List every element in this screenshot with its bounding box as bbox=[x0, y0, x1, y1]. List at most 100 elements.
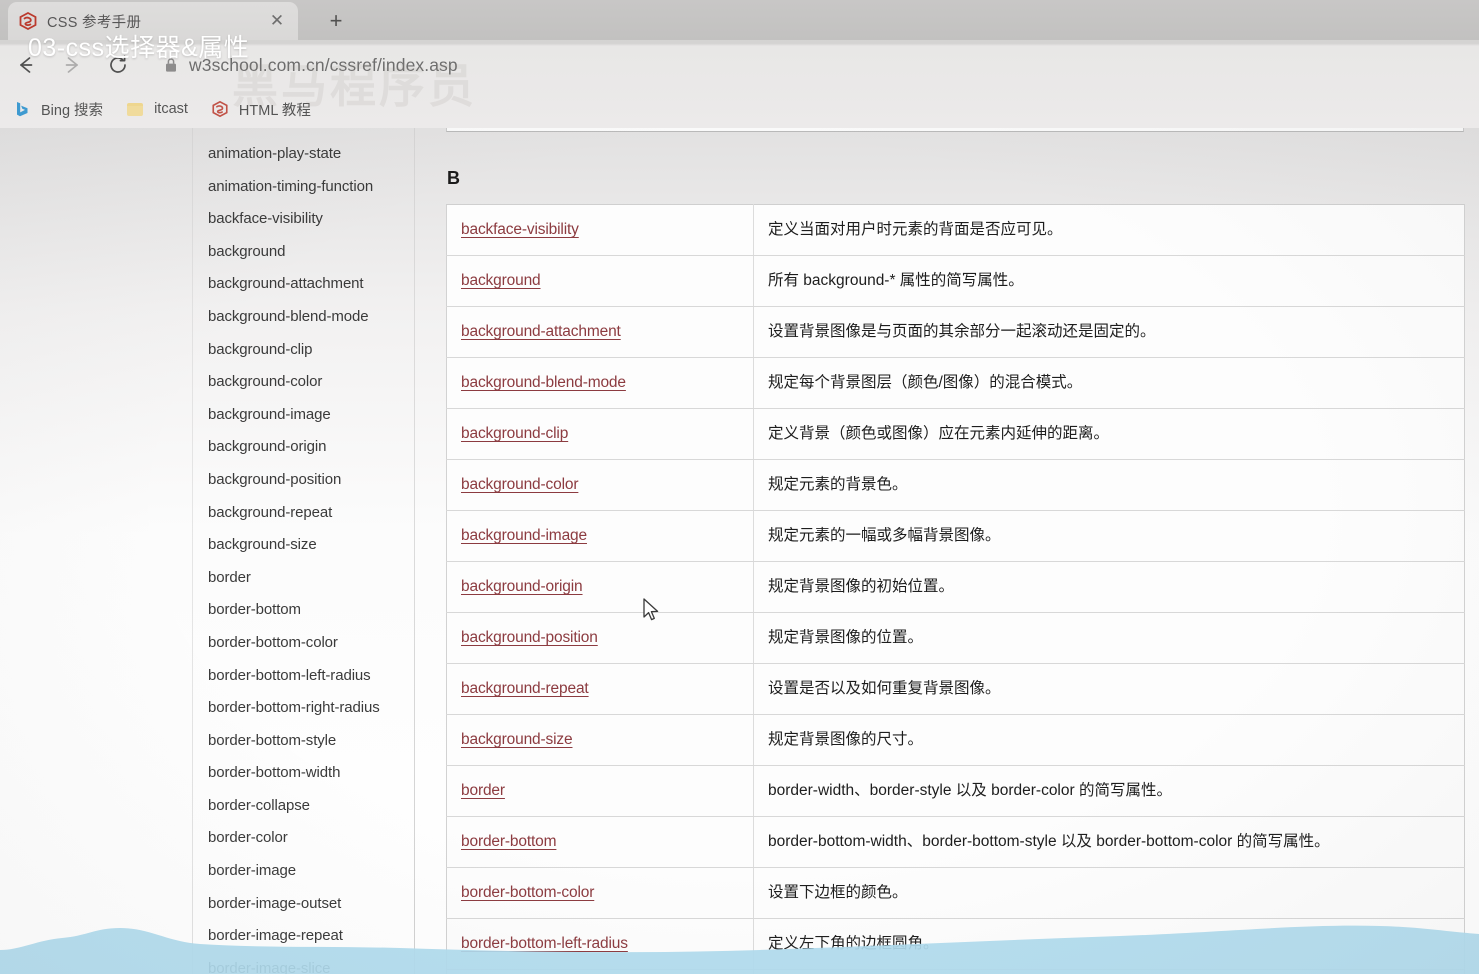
property-link-border-bottom-left-radius[interactable]: border-bottom-left-radius bbox=[461, 935, 628, 952]
property-link-background-image[interactable]: background-image bbox=[461, 527, 587, 544]
table-row: border-bottom-right-radius定义右下角的边框圆角。 bbox=[446, 969, 1465, 974]
description-cell: 设置背景图像是与页面的其余部分一起滚动还是固定的。 bbox=[753, 306, 1465, 359]
property-link-background-repeat[interactable]: background-repeat bbox=[461, 680, 589, 697]
property-link-background-attachment[interactable]: background-attachment bbox=[461, 323, 621, 340]
watermark-text: 黑马程序员 bbox=[232, 60, 477, 112]
description-cell: border-bottom-width、border-bottom-style … bbox=[753, 816, 1465, 869]
sidebar-item-background-origin[interactable]: background-origin bbox=[200, 431, 412, 464]
table-row: background-origin 规定背景图像的初始位置。 bbox=[446, 561, 1465, 614]
sidebar-item-background[interactable]: background bbox=[200, 236, 412, 269]
sidebar-item-background-color[interactable]: background-color bbox=[200, 366, 412, 399]
description-cell: border-width、border-style 以及 border-colo… bbox=[753, 765, 1465, 818]
sidebar-item-border-image-repeat[interactable]: border-image-repeat bbox=[200, 920, 412, 953]
sidebar-item-background-repeat[interactable]: background-repeat bbox=[200, 497, 412, 530]
sidebar-item-border-color[interactable]: border-color bbox=[200, 822, 412, 855]
sidebar-right-divider bbox=[414, 128, 415, 974]
table-row: background-clip 定义背景（颜色或图像）应在元素内延伸的距离。 bbox=[446, 408, 1465, 461]
property-link-background-blend-mode[interactable]: background-blend-mode bbox=[461, 374, 626, 391]
sidebar-item-background-clip[interactable]: background-clip bbox=[200, 334, 412, 367]
mouse-cursor bbox=[643, 598, 659, 621]
table-row: border-bottom border-bottom-width、border-… bbox=[446, 816, 1465, 869]
table-row: backface-visibility 定义当面对用户时元素的背面是否应可见。 bbox=[446, 203, 1465, 257]
description-cell: 定义右下角的边框圆角。 bbox=[753, 969, 1465, 974]
property-link-background-clip[interactable]: background-clip bbox=[461, 425, 568, 442]
sidebar-item-border-image-slice[interactable]: border-image-slice bbox=[200, 953, 412, 974]
sidebar-item-background-position[interactable]: background-position bbox=[200, 464, 412, 497]
table-row: background-size 规定背景图像的尺寸。 bbox=[446, 714, 1465, 767]
sidebar-item-animation-play-state[interactable]: animation-play-state bbox=[200, 138, 412, 171]
close-icon[interactable]: ✕ bbox=[266, 10, 288, 32]
previous-table-bottom-edge bbox=[446, 128, 1464, 132]
sidebar-item-background-size[interactable]: background-size bbox=[200, 529, 412, 562]
property-link-background-origin[interactable]: background-origin bbox=[461, 578, 583, 595]
sidebar-item-border-bottom-width[interactable]: border-bottom-width bbox=[200, 757, 412, 790]
bookmark-item[interactable]: Bing 搜索 bbox=[12, 99, 103, 120]
property-cell: background bbox=[446, 255, 754, 308]
table-row: border-bottom-left-radius 定义左下角的边框圆角。 bbox=[446, 918, 1465, 971]
table-row: background 所有 background-* 属性的简写属性。 bbox=[446, 255, 1465, 308]
description-cell: 规定元素的一幅或多幅背景图像。 bbox=[753, 510, 1465, 563]
page-viewport: animation-play-state animation-timing-fun… bbox=[0, 128, 1479, 974]
description-cell: 设置下边框的颜色。 bbox=[753, 867, 1465, 920]
description-cell: 规定背景图像的尺寸。 bbox=[753, 714, 1465, 767]
sidebar-item-border-bottom-style[interactable]: border-bottom-style bbox=[200, 725, 412, 758]
description-cell: 规定背景图像的位置。 bbox=[753, 612, 1465, 665]
property-link-border[interactable]: border bbox=[461, 782, 505, 799]
sidebar-item-border-bottom[interactable]: border-bottom bbox=[200, 594, 412, 627]
property-cell: border bbox=[446, 765, 754, 818]
slide-title-overlay: 03-css选择器&属性 bbox=[28, 34, 250, 62]
bookmark-item[interactable]: itcast bbox=[125, 99, 188, 119]
table-row: border border-width、border-style 以及 borde… bbox=[446, 765, 1465, 818]
letter-heading: B bbox=[447, 168, 461, 188]
main-content: B backface-visibility 定义当面对用户时元素的背面是否应可见。… bbox=[416, 128, 1479, 974]
sidebar-item-background-blend-mode[interactable]: background-blend-mode bbox=[200, 301, 412, 334]
property-cell: border-bottom-left-radius bbox=[446, 918, 754, 971]
sidebar-item-background-image[interactable]: background-image bbox=[200, 399, 412, 432]
property-index-sidebar[interactable]: animation-play-state animation-timing-fun… bbox=[200, 128, 412, 974]
table-row: border-bottom-color 设置下边框的颜色。 bbox=[446, 867, 1465, 920]
property-link-background-size[interactable]: background-size bbox=[461, 731, 573, 748]
description-cell: 规定背景图像的初始位置。 bbox=[753, 561, 1465, 614]
w3school-icon bbox=[210, 99, 230, 119]
folder-icon bbox=[125, 99, 145, 119]
property-link-border-bottom-color[interactable]: border-bottom-color bbox=[461, 884, 594, 901]
property-cell: background-repeat bbox=[446, 663, 754, 716]
description-cell: 规定每个背景图层（颜色/图像）的混合模式。 bbox=[753, 357, 1465, 410]
property-cell: background-clip bbox=[446, 408, 754, 461]
property-link-background-color[interactable]: background-color bbox=[461, 476, 579, 493]
property-cell: background-size bbox=[446, 714, 754, 767]
sidebar-item-border-image[interactable]: border-image bbox=[200, 855, 412, 888]
css-property-reference-table: backface-visibility 定义当面对用户时元素的背面是否应可见。 ba… bbox=[446, 203, 1465, 974]
property-cell: background-attachment bbox=[446, 306, 754, 359]
sidebar-item-border-bottom-right-radius[interactable]: border-bottom-right-radius bbox=[200, 692, 412, 725]
property-cell: background-image bbox=[446, 510, 754, 563]
property-link-background[interactable]: background bbox=[461, 272, 541, 289]
property-cell: border-bottom-right-radius bbox=[446, 969, 754, 974]
browser-chrome: CSS 参考手册 ✕ + w3school.com.cn/cssref/inde… bbox=[0, 0, 1479, 128]
table-row: background-color 规定元素的背景色。 bbox=[446, 459, 1465, 512]
bookmarks-bar: Bing 搜索 itcast HTML 教程 bbox=[0, 92, 1479, 126]
sidebar-item-border-bottom-color[interactable]: border-bottom-color bbox=[200, 627, 412, 660]
table-row: background-repeat 设置是否以及如何重复背景图像。 bbox=[446, 663, 1465, 716]
description-cell: 定义左下角的边框圆角。 bbox=[753, 918, 1465, 971]
sidebar-left-divider bbox=[192, 128, 193, 974]
property-cell: backface-visibility bbox=[446, 203, 754, 257]
sidebar-item-border-collapse[interactable]: border-collapse bbox=[200, 790, 412, 823]
sidebar-item-backface-visibility[interactable]: backface-visibility bbox=[200, 203, 412, 236]
property-link-border-bottom[interactable]: border-bottom bbox=[461, 833, 557, 850]
sidebar-item-border-image-outset[interactable]: border-image-outset bbox=[200, 888, 412, 921]
bookmark-label: Bing 搜索 bbox=[41, 102, 104, 119]
sidebar-item-border-bottom-left-radius[interactable]: border-bottom-left-radius bbox=[200, 660, 412, 693]
sidebar-item-animation-timing-function[interactable]: animation-timing-function bbox=[200, 171, 412, 204]
browser-window: animation-play-state animation-timing-fun… bbox=[0, 0, 1479, 974]
property-link-backface-visibility[interactable]: backface-visibility bbox=[461, 221, 579, 238]
sidebar-item-border[interactable]: border bbox=[200, 562, 412, 595]
table-row: background-position 规定背景图像的位置。 bbox=[446, 612, 1465, 665]
new-tab-button[interactable]: + bbox=[322, 8, 350, 34]
property-link-background-position[interactable]: background-position bbox=[461, 629, 598, 646]
property-cell: background-origin bbox=[446, 561, 754, 614]
sidebar-item-background-attachment[interactable]: background-attachment bbox=[200, 268, 412, 301]
description-cell: 设置是否以及如何重复背景图像。 bbox=[753, 663, 1465, 716]
description-cell: 所有 background-* 属性的简写属性。 bbox=[753, 255, 1465, 308]
property-cell: background-position bbox=[446, 612, 754, 665]
